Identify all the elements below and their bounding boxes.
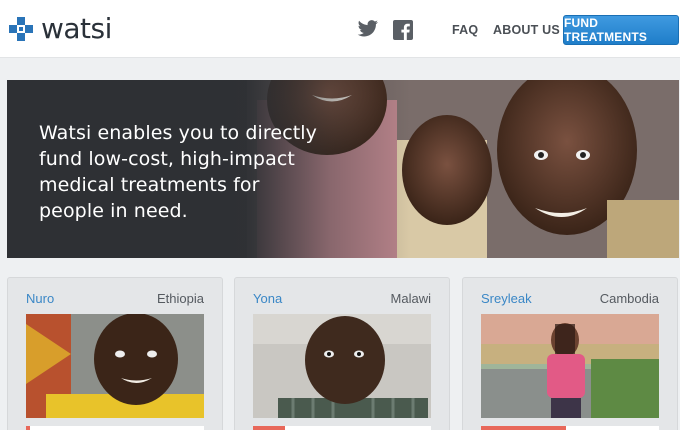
- watsi-cross-icon: [9, 17, 33, 41]
- logo[interactable]: watsi: [7, 12, 112, 46]
- twitter-link[interactable]: [357, 20, 379, 38]
- facebook-link[interactable]: [393, 20, 413, 40]
- twitter-icon: [357, 20, 378, 37]
- patient-photo[interactable]: [253, 314, 431, 418]
- patient-name[interactable]: Nuro: [26, 291, 54, 306]
- patient-country: Ethiopia: [157, 291, 204, 306]
- patient-photo[interactable]: [481, 314, 659, 418]
- hero-tagline: Watsi enables you to directly fund low-c…: [39, 122, 318, 222]
- patient-card[interactable]: Sreyleak Cambodia: [462, 277, 678, 430]
- patient-country: Cambodia: [599, 291, 659, 306]
- patient-photo[interactable]: [26, 314, 204, 418]
- patient-name[interactable]: Sreyleak: [481, 291, 532, 306]
- nav-faq[interactable]: FAQ: [452, 23, 478, 37]
- fund-treatments-button[interactable]: FUND TREATMENTS: [563, 15, 679, 45]
- patient-country: Malawi: [390, 291, 431, 306]
- site-header: watsi FAQ ABOUT US FUND TREATMENTS: [0, 0, 680, 58]
- logo-text: watsi: [41, 12, 112, 45]
- funding-progress-bar: [253, 426, 431, 430]
- patient-card[interactable]: Nuro Ethiopia: [7, 277, 223, 430]
- funding-progress-bar: [26, 426, 204, 430]
- patient-name[interactable]: Yona: [253, 291, 282, 306]
- nav-about-us[interactable]: ABOUT US: [493, 23, 560, 37]
- patient-card[interactable]: Yona Malawi: [234, 277, 450, 430]
- hero-banner: Watsi enables you to directly fund low-c…: [7, 80, 679, 258]
- funding-progress-fill: [481, 426, 567, 430]
- funding-progress-fill: [26, 426, 30, 430]
- facebook-icon: [393, 20, 413, 40]
- funding-progress-bar: [481, 426, 659, 430]
- funding-progress-fill: [253, 426, 286, 430]
